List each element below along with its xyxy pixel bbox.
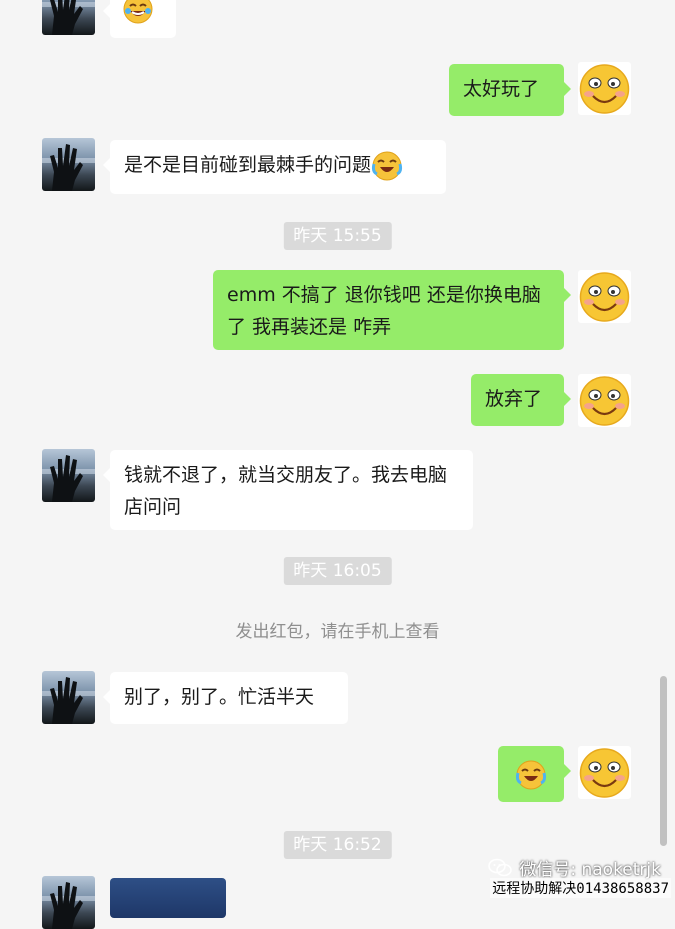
- message-text: emm 不搞了 退你钱吧 还是你换电脑了 我再装还是 咋弄: [227, 284, 541, 338]
- timestamp: 昨天 15:55: [283, 222, 392, 250]
- message-text: 太好玩了: [463, 78, 540, 100]
- contact-avatar[interactable]: [42, 138, 95, 191]
- message-bubble-incoming[interactable]: 别了，别了。忙活半天: [103, 672, 348, 724]
- message-bubble-outgoing[interactable]: 太好玩了: [449, 64, 571, 116]
- contact-avatar[interactable]: [42, 876, 95, 929]
- message-text: 别了，别了。忙活半天: [124, 686, 315, 708]
- my-avatar[interactable]: [578, 374, 631, 427]
- message-bubble-outgoing[interactable]: [498, 746, 571, 802]
- hand-avatar-icon: [42, 455, 95, 502]
- my-avatar[interactable]: [578, 62, 631, 115]
- timestamp: 昨天 16:52: [283, 831, 392, 859]
- hand-avatar-icon: [42, 0, 95, 35]
- message-bubble-incoming[interactable]: 是不是目前碰到最棘手的问题: [103, 140, 446, 194]
- crying-laughing-emoji-icon: [515, 759, 547, 791]
- contact-avatar[interactable]: [42, 0, 95, 35]
- message-text: 是不是目前碰到最棘手的问题: [124, 154, 372, 176]
- smiling-face-avatar-icon: [579, 748, 630, 798]
- my-avatar[interactable]: [578, 270, 631, 323]
- smiling-face-avatar-icon: [579, 272, 630, 322]
- message-bubble-incoming[interactable]: 钱就不退了，就当交朋友了。我去电脑店问问: [103, 450, 473, 530]
- watermark-subtext: 远程协助解决01438658837: [490, 878, 671, 898]
- hand-avatar-icon: [42, 144, 95, 191]
- my-avatar[interactable]: [578, 746, 631, 799]
- image-message[interactable]: [110, 878, 226, 918]
- message-text: 放弃了: [485, 388, 543, 410]
- wechat-icon: [487, 858, 513, 878]
- timestamp: 昨天 16:05: [283, 557, 392, 585]
- smiling-face-avatar-icon: [579, 376, 630, 426]
- message-text: 钱就不退了，就当交朋友了。我去电脑店问问: [124, 464, 448, 518]
- message-bubble-incoming[interactable]: [103, 0, 176, 38]
- laughing-emoji-icon: [122, 0, 154, 25]
- watermark: 微信号: naoketrjk: [487, 855, 661, 880]
- smiling-face-avatar-icon: [579, 64, 630, 114]
- message-bubble-outgoing[interactable]: 放弃了: [471, 374, 571, 426]
- contact-avatar[interactable]: [42, 671, 95, 724]
- contact-avatar[interactable]: [42, 449, 95, 502]
- crying-laughing-emoji-icon: [371, 150, 403, 182]
- hand-avatar-icon: [42, 882, 95, 929]
- message-bubble-outgoing[interactable]: emm 不搞了 退你钱吧 还是你换电脑了 我再装还是 咋弄: [213, 270, 571, 350]
- scrollbar-thumb[interactable]: [660, 676, 667, 846]
- system-message: 发出红包，请在手机上查看: [235, 622, 440, 642]
- watermark-text: 微信号: naoketrjk: [519, 860, 661, 880]
- hand-avatar-icon: [42, 677, 95, 724]
